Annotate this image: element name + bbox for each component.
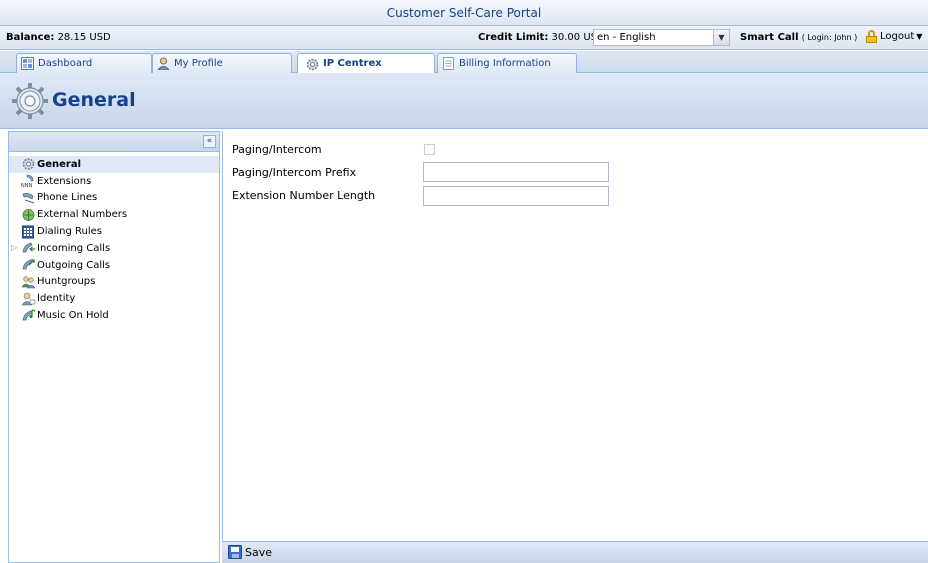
sidebar-item-external-numbers[interactable]: External Numbers — [9, 206, 219, 223]
sidebar-item-phone-lines[interactable]: Phone Lines — [9, 190, 219, 207]
sidebar-item-dialing-rules[interactable]: Dialing Rules — [9, 223, 219, 240]
tab-strip: Dashboard My Profile IP Centrex Billing … — [0, 51, 928, 74]
chevron-down-icon: ▼ — [916, 32, 923, 41]
lock-icon — [865, 30, 878, 43]
extension-number-length-label: Extension Number Length — [232, 189, 376, 202]
sidebar-item-label: Outgoing Calls — [37, 259, 111, 271]
save-icon — [228, 545, 242, 559]
paging-intercom-checkbox[interactable] — [424, 144, 435, 155]
tab-dashboard[interactable]: Dashboard — [16, 53, 152, 73]
incoming-calls-icon — [22, 242, 35, 253]
sidebar-header: « — [9, 132, 219, 152]
outgoing-calls-icon — [22, 259, 35, 270]
sidebar-item-label: General — [37, 158, 81, 170]
tab-label: IP Centrex — [323, 58, 382, 69]
tab-my-profile[interactable]: My Profile — [152, 53, 292, 73]
tab-label: My Profile — [174, 57, 223, 69]
extensions-icon: NNN — [21, 174, 34, 188]
sidebar-item-label: Extensions — [37, 175, 92, 187]
tab-label: Dashboard — [38, 57, 93, 69]
user-icon — [157, 57, 170, 70]
extension-number-length-input[interactable] — [423, 186, 609, 206]
external-numbers-icon — [22, 208, 35, 221]
sidebar: « General NNN Extensions Phone Lines Ext… — [8, 131, 220, 563]
sidebar-item-music-on-hold[interactable]: Music On Hold — [9, 307, 219, 324]
phone-lines-icon — [22, 192, 35, 204]
page-header: General — [0, 73, 928, 129]
sidebar-item-identity[interactable]: Identity — [9, 290, 219, 307]
tab-billing-information[interactable]: Billing Information — [437, 53, 577, 73]
sidebar-item-huntgroups[interactable]: Huntgroups — [9, 274, 219, 291]
portal-title: Customer Self-Care Portal — [0, 0, 928, 26]
balance: Balance: 28.15 USD — [6, 32, 111, 43]
gear-icon — [22, 158, 35, 171]
sidebar-item-label: Huntgroups — [37, 276, 96, 288]
sidebar-item-general[interactable]: General — [9, 156, 219, 173]
tab-label: Billing Information — [459, 57, 551, 69]
gear-icon — [12, 83, 48, 119]
gear-icon — [306, 58, 319, 70]
paging-intercom-prefix-label: Paging/Intercom Prefix — [232, 166, 357, 179]
paging-intercom-label: Paging/Intercom — [232, 143, 322, 156]
sidebar-tree: General NNN Extensions Phone Lines Exter… — [9, 156, 219, 324]
form-panel: Paging/Intercom Paging/Intercom Prefix E… — [222, 131, 928, 563]
sidebar-item-outgoing-calls[interactable]: Outgoing Calls — [9, 257, 219, 274]
paging-intercom-prefix-input[interactable] — [423, 162, 609, 182]
dashboard-icon — [21, 57, 34, 70]
language-select[interactable]: en - English ▼ — [593, 29, 730, 46]
collapse-icon[interactable]: « — [203, 135, 216, 148]
tab-ip-centrex[interactable]: IP Centrex — [297, 53, 435, 74]
credit-limit: Credit Limit: 30.00 USD — [478, 32, 605, 43]
sidebar-item-incoming-calls[interactable]: ▷ Incoming Calls — [9, 240, 219, 257]
sidebar-item-label: Phone Lines — [37, 192, 98, 204]
logout-label: Logout — [880, 31, 915, 42]
sidebar-item-label: Incoming Calls — [37, 242, 111, 254]
document-icon — [443, 57, 454, 70]
sidebar-item-extensions[interactable]: NNN Extensions — [9, 173, 219, 190]
chevron-down-icon[interactable]: ▼ — [713, 30, 729, 45]
expand-arrow-icon[interactable]: ▷ — [11, 243, 17, 252]
svg-text:NNN: NNN — [21, 183, 32, 188]
page-title: General — [52, 89, 136, 111]
sidebar-item-label: External Numbers — [37, 209, 128, 221]
music-on-hold-icon — [22, 308, 36, 320]
identity-icon — [21, 292, 36, 306]
language-select-value: en - English — [597, 32, 656, 43]
company-login: Smart Call ( Login: John ) — [740, 32, 858, 43]
info-bar: Balance: 28.15 USD Credit Limit: 30.00 U… — [0, 26, 928, 50]
sidebar-item-label: Music On Hold — [37, 310, 109, 322]
save-button[interactable]: Save — [228, 545, 272, 559]
dialing-rules-icon — [22, 225, 34, 239]
form-toolbar: Save — [222, 541, 928, 563]
huntgroups-icon — [21, 276, 36, 289]
sidebar-item-label: Identity — [37, 293, 76, 305]
sidebar-item-label: Dialing Rules — [37, 226, 103, 238]
save-label: Save — [245, 545, 273, 559]
logout-button[interactable]: Logout ▼ — [865, 30, 922, 43]
